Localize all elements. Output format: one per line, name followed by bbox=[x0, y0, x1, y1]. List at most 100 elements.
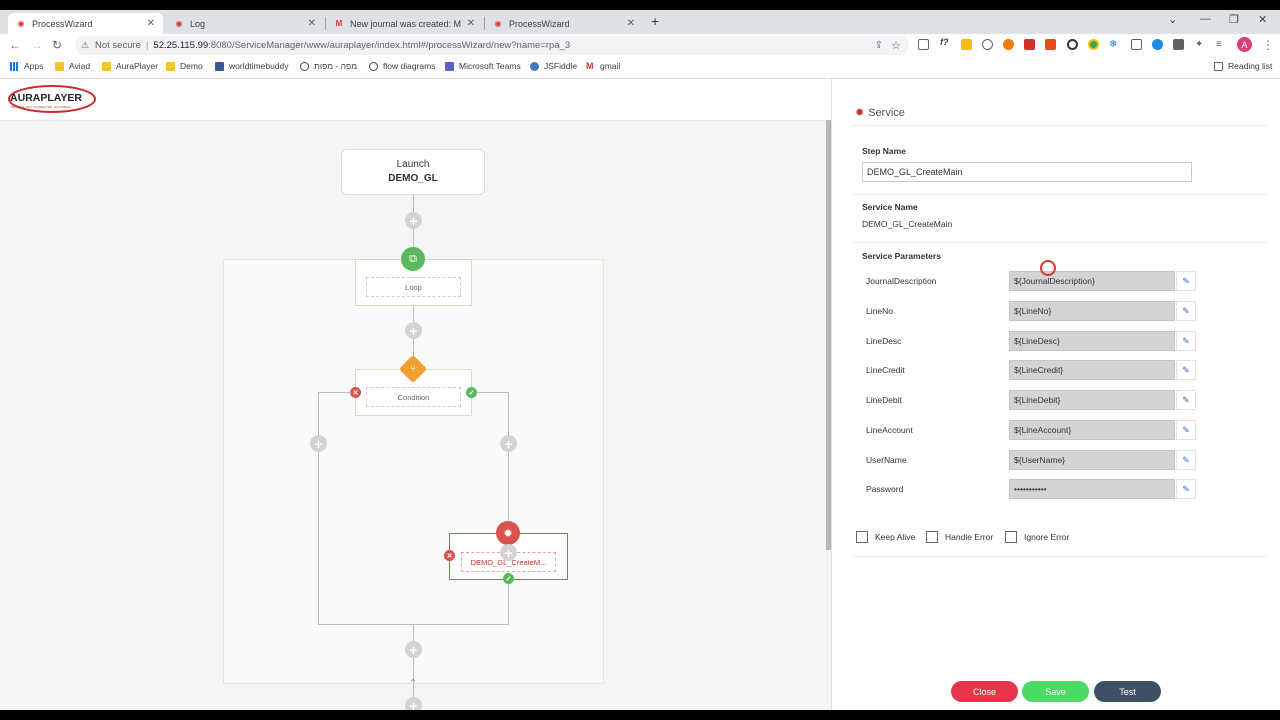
formula-extension-icon[interactable]: f? bbox=[940, 37, 951, 48]
param-input[interactable]: ${LineAccount} bbox=[1009, 420, 1175, 440]
pencil-icon[interactable]: ✎ bbox=[1176, 390, 1196, 410]
flow-canvas[interactable]: Launch DEMO_GL + Loop ⧉ + Condition ⑂ ✕ … bbox=[0, 120, 832, 710]
reading-list[interactable]: Reading list bbox=[1214, 61, 1272, 71]
back-icon[interactable]: ← bbox=[9, 38, 21, 52]
add-step-icon[interactable]: + bbox=[310, 435, 327, 452]
minimize-icon[interactable]: — bbox=[1200, 13, 1211, 25]
menu-icon[interactable]: ⋮ bbox=[1262, 38, 1274, 52]
block-extension-icon[interactable] bbox=[1067, 39, 1078, 50]
close-icon[interactable]: ✕ bbox=[627, 18, 635, 29]
checkbox-box[interactable] bbox=[926, 531, 938, 543]
not-secure-label: Not secure bbox=[95, 40, 141, 51]
share-icon[interactable]: ⇪ bbox=[875, 40, 883, 51]
tab-processwizard-2[interactable]: ◉ ProcessWizard ✕ bbox=[485, 13, 643, 34]
bookmark-apps[interactable]: Apps bbox=[10, 61, 43, 71]
reading-list-label: Reading list bbox=[1228, 61, 1273, 71]
image-extension-icon[interactable] bbox=[1173, 39, 1184, 50]
ignore-error-checkbox[interactable]: Ignore Error bbox=[1005, 531, 1069, 543]
avatar[interactable]: A bbox=[1237, 37, 1252, 52]
bookmark-gmail[interactable]: M gmail bbox=[586, 61, 620, 71]
add-step-icon[interactable]: + bbox=[405, 322, 422, 339]
pencil-icon[interactable]: ✎ bbox=[1176, 301, 1196, 321]
close-icon[interactable]: ✕ bbox=[147, 18, 155, 29]
address-bar: ← → ↻ ⚠ Not secure | 52.25.115.99 :8080/… bbox=[0, 34, 1280, 57]
add-step-icon[interactable]: + bbox=[500, 544, 517, 561]
bookmark-label: worldtimebuddy bbox=[229, 61, 289, 71]
gear-icon: ✹ bbox=[855, 107, 865, 119]
param-input[interactable]: ${LineCredit} bbox=[1009, 360, 1175, 380]
handle-error-checkbox[interactable]: Handle Error bbox=[926, 531, 993, 543]
reload-icon[interactable]: ↻ bbox=[52, 38, 62, 52]
folder-icon bbox=[55, 61, 64, 71]
forward-icon[interactable]: → bbox=[31, 38, 43, 52]
bookmark-worldtimebuddy[interactable]: worldtimebuddy bbox=[215, 61, 289, 71]
bookmark-maps[interactable]: מפה - מפות bbox=[300, 61, 357, 71]
close-icon[interactable]: ✕ bbox=[467, 18, 475, 29]
keep-alive-checkbox[interactable]: Keep Alive bbox=[856, 531, 915, 543]
service-parameters-label: Service Parameters bbox=[862, 251, 941, 261]
tab-gmail[interactable]: M New journal was created: Manua ✕ bbox=[326, 13, 483, 34]
bookmark-label: Apps bbox=[24, 61, 44, 71]
clock-extension-icon[interactable] bbox=[982, 39, 993, 50]
tab-processwizard[interactable]: ◉ ProcessWizard ✕ bbox=[8, 13, 163, 34]
test-button[interactable]: Test bbox=[1094, 681, 1161, 702]
media-icon[interactable]: ≡ bbox=[1216, 39, 1227, 50]
chevron-down-icon[interactable]: ⌄ bbox=[1168, 13, 1177, 26]
url-host: 52.25.115.99 bbox=[153, 40, 209, 51]
add-step-icon[interactable]: + bbox=[500, 435, 517, 452]
password-input[interactable]: ••••••••••• bbox=[1009, 479, 1175, 499]
chevron-up-icon[interactable]: ⌃ bbox=[407, 677, 419, 690]
color-extension-icon[interactable] bbox=[1152, 39, 1163, 50]
param-input[interactable]: ${UserName} bbox=[1009, 450, 1175, 470]
new-tab-icon[interactable]: + bbox=[651, 13, 659, 29]
star-icon[interactable]: ☆ bbox=[891, 39, 901, 52]
pencil-icon[interactable]: ✎ bbox=[1176, 360, 1196, 380]
window-extension-icon[interactable] bbox=[1131, 39, 1142, 50]
false-branch-icon: ✕ bbox=[350, 387, 361, 398]
pencil-icon[interactable]: ✎ bbox=[1176, 271, 1196, 291]
param-label: LineDesc bbox=[866, 336, 902, 346]
step-name-input[interactable]: DEMO_GL_CreateMain bbox=[862, 162, 1192, 182]
colorful-extension-icon[interactable] bbox=[961, 39, 972, 50]
checkbox-box[interactable] bbox=[1005, 531, 1017, 543]
divider bbox=[852, 242, 1268, 243]
url-bar[interactable]: ⚠ Not secure | 52.25.115.99 :8080/Servic… bbox=[75, 36, 909, 55]
checkbox-box[interactable] bbox=[856, 531, 868, 543]
bookmark-auraplayer[interactable]: AuraPlayer bbox=[102, 61, 158, 71]
bookmark-teams[interactable]: Microsoft Teams bbox=[445, 61, 521, 71]
restore-icon[interactable]: ❐ bbox=[1229, 13, 1239, 26]
launch-node[interactable]: Launch DEMO_GL bbox=[341, 149, 485, 195]
bookmark-flow-diagrams[interactable]: flow diagrams bbox=[369, 61, 435, 71]
pencil-icon[interactable]: ✎ bbox=[1176, 420, 1196, 440]
param-input[interactable]: ${LineDesc} bbox=[1009, 331, 1175, 351]
close-button[interactable]: Close bbox=[951, 681, 1018, 702]
pencil-icon[interactable]: ✎ bbox=[1176, 479, 1196, 499]
window-close-icon[interactable]: ✕ bbox=[1258, 13, 1267, 26]
pencil-icon[interactable]: ✎ bbox=[1176, 450, 1196, 470]
bookmark-aviad[interactable]: Aviad bbox=[55, 61, 90, 71]
param-input[interactable]: ${LineDebit} bbox=[1009, 390, 1175, 410]
bookmark-jsfiddle[interactable]: JSFiddle bbox=[530, 61, 577, 71]
param-input[interactable]: ${JournalDescription} bbox=[1009, 271, 1175, 291]
add-step-icon[interactable]: + bbox=[405, 697, 422, 710]
tab-log[interactable]: ◉ Log ✕ bbox=[166, 13, 324, 34]
pdf-extension-icon[interactable] bbox=[1024, 39, 1035, 50]
shield-extension-icon[interactable] bbox=[1045, 39, 1056, 50]
puzzle-icon[interactable]: ✦ bbox=[1195, 39, 1206, 50]
screenshot-extension-icon[interactable] bbox=[918, 39, 929, 50]
orange-extension-icon[interactable] bbox=[1003, 39, 1014, 50]
chrome-extension-icon[interactable] bbox=[1088, 39, 1099, 50]
connector-line bbox=[318, 392, 319, 624]
cursor-highlight bbox=[1040, 260, 1056, 276]
close-icon[interactable]: ✕ bbox=[308, 18, 316, 29]
folder-icon bbox=[166, 61, 175, 71]
checkbox-label: Keep Alive bbox=[875, 532, 916, 542]
param-input[interactable]: ${LineNo} bbox=[1009, 301, 1175, 321]
add-step-icon[interactable]: + bbox=[405, 212, 422, 229]
snowflake-extension-icon[interactable]: ❄ bbox=[1109, 39, 1120, 50]
add-step-icon[interactable]: + bbox=[405, 641, 422, 658]
bookmark-label: flow diagrams bbox=[383, 61, 436, 71]
pencil-icon[interactable]: ✎ bbox=[1176, 331, 1196, 351]
bookmark-demo[interactable]: Demo bbox=[166, 61, 203, 71]
save-button[interactable]: Save bbox=[1022, 681, 1089, 702]
